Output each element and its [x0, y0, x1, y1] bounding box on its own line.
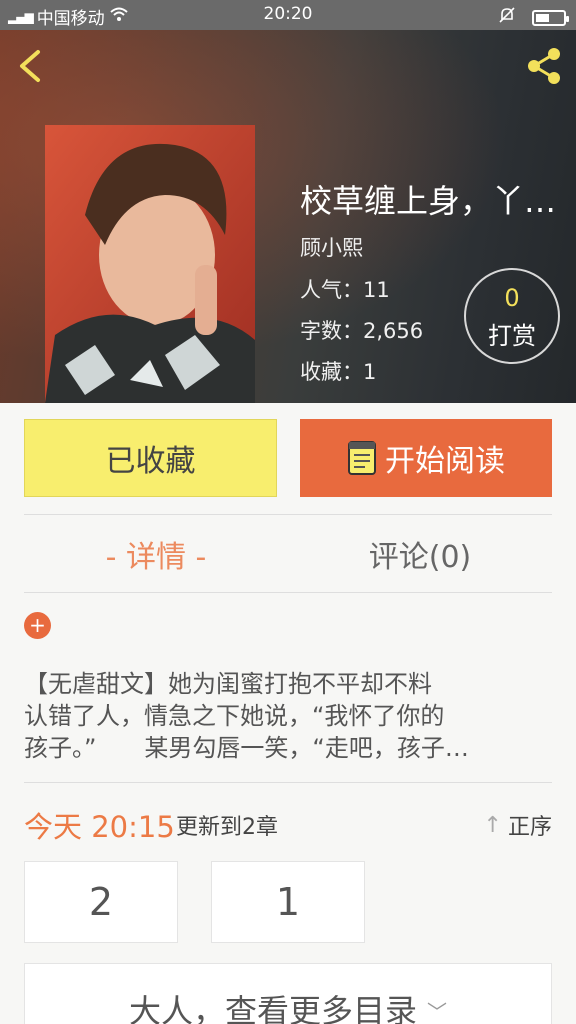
- book-header: 校草缠上身，丫… 顾小熙 人气：11 字数：2,656 收藏：1 0 打赏: [0, 30, 576, 403]
- favorited-button[interactable]: 已收藏: [24, 419, 277, 497]
- book-intro[interactable]: 【无虐甜文】她为闺蜜打抱不平却不料 认错了人，情急之下她说，“我怀了你的 孩子。…: [24, 668, 552, 764]
- status-right: [498, 6, 569, 29]
- divider: [24, 514, 552, 515]
- intro-line: 认错了人，情急之下她说，“我怀了你的: [24, 702, 445, 730]
- arrow-up-icon: ↑: [483, 812, 502, 838]
- word-count-stat: 字数：2,656: [300, 319, 424, 343]
- divider: [24, 592, 552, 593]
- popularity-stat: 人气：11: [300, 278, 390, 302]
- sort-order-label: 正序: [507, 815, 552, 840]
- mute-bell-icon: [498, 6, 516, 29]
- start-reading-label: 开始阅读: [385, 444, 505, 479]
- book-author[interactable]: 顾小熙: [300, 232, 363, 262]
- intro-line: 孩子。” 某男勾唇一笑，“走吧，孩子…: [24, 734, 469, 762]
- book-title: 校草缠上身，丫…: [300, 182, 557, 220]
- expand-intro-button[interactable]: +: [24, 612, 51, 639]
- update-time: 今天 20:15: [24, 810, 175, 844]
- divider: [24, 782, 552, 783]
- favorited-label: 已收藏: [105, 444, 196, 479]
- share-button[interactable]: [522, 44, 566, 88]
- tab-comments[interactable]: 评论(0): [288, 532, 552, 576]
- favorites-stat: 收藏：1: [300, 360, 377, 384]
- book-icon: [348, 441, 376, 475]
- book-cover-image[interactable]: [45, 125, 255, 403]
- share-icon: [528, 48, 560, 84]
- sort-order-button[interactable]: ↑ 正序: [484, 809, 552, 841]
- chapter-button[interactable]: 2: [24, 861, 178, 943]
- intro-line: 【无虐甜文】她为闺蜜打抱不平却不料: [24, 670, 432, 698]
- tip-label: 打赏: [488, 322, 536, 350]
- chevron-left-icon: [20, 50, 40, 82]
- tip-button[interactable]: 0 打赏: [464, 268, 560, 364]
- tip-count: 0: [504, 284, 520, 312]
- chapter-button[interactable]: 1: [211, 861, 365, 943]
- chevron-down-icon: ﹀: [427, 1000, 447, 1024]
- battery-icon: [532, 9, 569, 26]
- start-reading-button[interactable]: 开始阅读: [300, 419, 552, 497]
- view-more-catalog-button[interactable]: 大人，查看更多目录 ﹀: [24, 963, 552, 1024]
- update-status: 更新到2章: [176, 815, 278, 840]
- battery-level: [536, 13, 549, 22]
- status-bar: ▂▄▆ 中国移动 20:20: [0, 0, 576, 30]
- tab-detail[interactable]: - 详情 -: [24, 532, 288, 576]
- view-more-catalog-label: 大人，查看更多目录: [128, 992, 417, 1024]
- status-time: 20:20: [263, 4, 313, 24]
- back-button[interactable]: [14, 48, 50, 84]
